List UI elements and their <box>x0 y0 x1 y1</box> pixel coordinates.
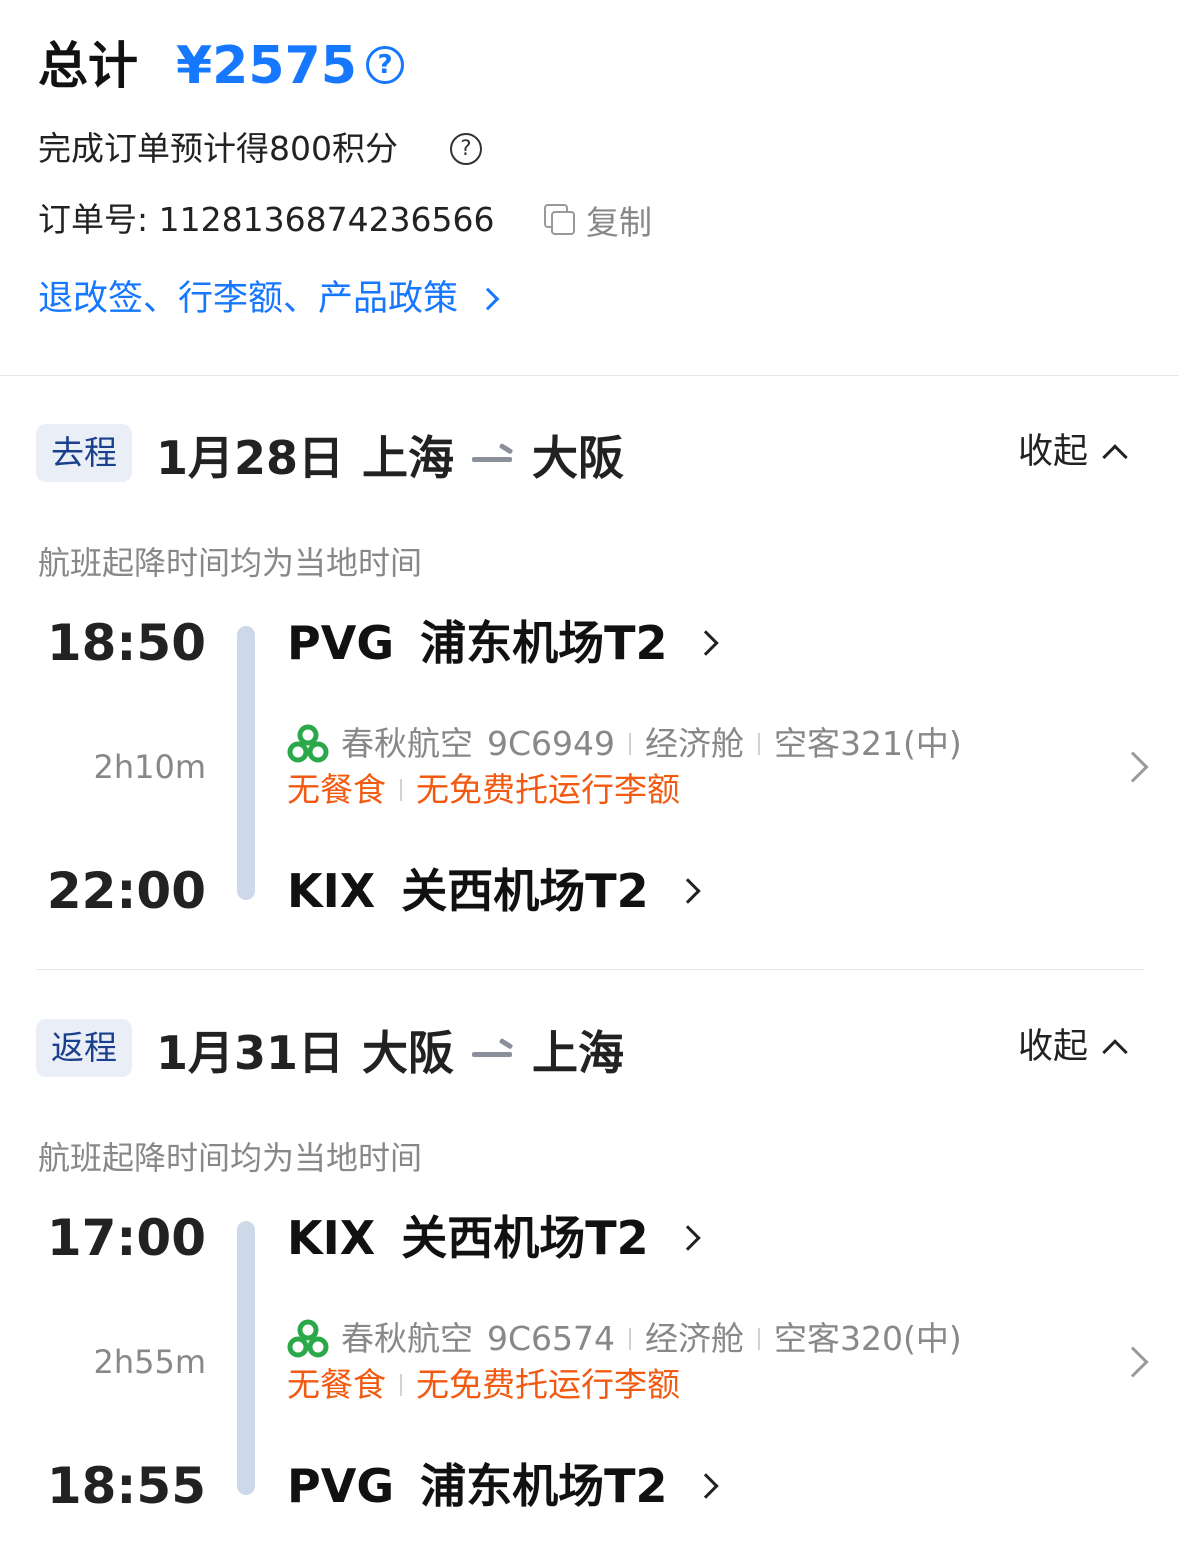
trip-from: 上海 <box>362 431 455 485</box>
flight-timeline <box>237 626 255 900</box>
policy-link-label: 退改签、行李额、产品政策 <box>38 279 459 319</box>
aircraft-type: 空客321(中) <box>774 724 962 763</box>
collapse-label: 收起 <box>1018 1027 1089 1067</box>
flight-warnings: 无餐食 无免费托运行李额 <box>287 1363 680 1407</box>
route-arrow-icon <box>472 1037 514 1063</box>
order-number: 订单号: 1128136874236566 <box>38 200 495 239</box>
flight-duration: 2h10m <box>93 748 206 786</box>
copy-button[interactable]: 复制 <box>542 198 652 242</box>
trip-title-outbound: 1月28日 上海 大阪 <box>156 428 624 488</box>
flight-info: 春秋航空 9C6574 经济舱 空客320(中) <box>287 1317 962 1361</box>
trip-to: 上海 <box>532 1026 625 1080</box>
baggage-info: 无免费托运行李额 <box>416 1365 680 1404</box>
trip-tag-return: 返程 <box>36 1019 132 1077</box>
arrive-time: 18:55 <box>46 1457 206 1515</box>
chevron-right-icon <box>1117 1346 1149 1378</box>
flight-number: 9C6949 <box>487 724 616 763</box>
depart-time: 18:50 <box>46 614 206 672</box>
flight-detail-button[interactable] <box>1114 1346 1149 1378</box>
chevron-right-icon <box>693 630 720 656</box>
chevron-up-icon <box>1102 444 1128 470</box>
cabin-class: 经济舱 <box>645 1319 745 1358</box>
depart-time: 17:00 <box>46 1209 206 1267</box>
separator <box>758 1328 761 1350</box>
aircraft-type: 空客320(中) <box>774 1319 962 1358</box>
flight-timeline <box>237 1221 255 1495</box>
airline-name: 春秋航空 <box>341 1319 473 1358</box>
separator <box>629 733 632 755</box>
arrive-airport-name: 浦东机场T2 <box>420 1459 668 1513</box>
arrive-airport[interactable]: KIX 关西机场T2 <box>287 861 701 921</box>
arrive-code: PVG <box>287 1459 395 1513</box>
meal-info: 无餐食 <box>287 770 386 809</box>
depart-airport-name: 浦东机场T2 <box>420 616 668 670</box>
collapse-label: 收起 <box>1018 432 1089 472</box>
arrive-airport-name: 关西机场T2 <box>401 864 649 918</box>
trip-to: 大阪 <box>532 431 625 485</box>
depart-airport[interactable]: PVG 浦东机场T2 <box>287 613 720 673</box>
depart-airport-name: 关西机场T2 <box>401 1211 649 1265</box>
chevron-right-icon <box>674 878 701 904</box>
collapse-button[interactable]: 收起 <box>1018 1023 1128 1071</box>
depart-airport[interactable]: KIX 关西机场T2 <box>287 1208 701 1268</box>
chevron-up-icon <box>1102 1039 1128 1065</box>
collapse-button[interactable]: 收起 <box>1018 428 1128 476</box>
meal-info: 无餐食 <box>287 1365 386 1404</box>
trip-date: 1月28日 <box>156 431 345 485</box>
arrive-time: 22:00 <box>46 862 206 920</box>
flight-info: 春秋航空 9C6949 经济舱 空客321(中) <box>287 722 962 766</box>
total-amount: ¥2575 <box>176 36 357 96</box>
copy-icon <box>542 202 578 238</box>
arrive-airport[interactable]: PVG 浦东机场T2 <box>287 1456 720 1516</box>
cabin-class: 经济舱 <box>645 724 745 763</box>
depart-code: KIX <box>287 1211 376 1265</box>
flight-detail-button[interactable] <box>1114 751 1149 783</box>
route-arrow-icon <box>472 442 514 468</box>
airline-name: 春秋航空 <box>341 724 473 763</box>
chevron-right-icon <box>1117 751 1149 783</box>
points-help-icon[interactable]: ? <box>450 133 482 165</box>
flight-duration: 2h55m <box>93 1343 206 1381</box>
trip-divider <box>36 969 1144 970</box>
depart-code: PVG <box>287 616 395 670</box>
arrive-code: KIX <box>287 864 376 918</box>
copy-label: 复制 <box>586 203 652 242</box>
chevron-right-icon <box>693 1473 720 1499</box>
chevron-right-icon <box>476 287 500 311</box>
trip-tag-outbound: 去程 <box>36 424 132 482</box>
flight-warnings: 无餐食 无免费托运行李额 <box>287 768 680 812</box>
spring-airlines-logo-icon <box>287 1319 329 1358</box>
trip-title-return: 1月31日 大阪 上海 <box>156 1023 624 1083</box>
total-label: 总计 <box>38 37 138 95</box>
section-divider <box>0 375 1179 376</box>
question-circle-icon[interactable]: ? <box>366 46 404 84</box>
separator <box>400 1374 402 1396</box>
separator <box>400 779 402 801</box>
baggage-info: 无免费托运行李额 <box>416 770 680 809</box>
local-time-note: 航班起降时间均为当地时间 <box>38 1139 423 1177</box>
chevron-right-icon <box>674 1225 701 1251</box>
separator <box>758 733 761 755</box>
policy-link[interactable]: 退改签、行李额、产品政策 <box>38 275 500 323</box>
separator <box>629 1328 632 1350</box>
points-text: 完成订单预计得800积分 <box>38 129 398 168</box>
trip-from: 大阪 <box>362 1026 455 1080</box>
spring-airlines-logo-icon <box>287 724 329 763</box>
trip-date: 1月31日 <box>156 1026 345 1080</box>
flight-number: 9C6574 <box>487 1319 616 1358</box>
local-time-note: 航班起降时间均为当地时间 <box>38 544 423 582</box>
